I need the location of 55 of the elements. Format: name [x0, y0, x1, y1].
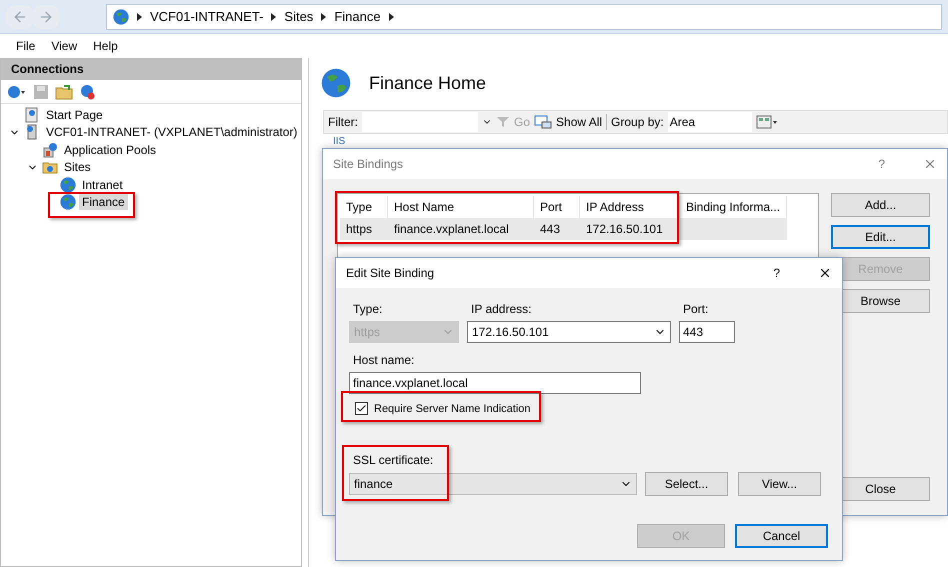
help-button[interactable]: ?	[773, 266, 780, 280]
globe-icon	[113, 8, 129, 24]
table-cell: 172.16.50.101	[580, 218, 680, 240]
help-button[interactable]: ?	[878, 157, 885, 171]
ip-address-select[interactable]: 172.16.50.101	[467, 321, 671, 343]
page-icon	[24, 106, 40, 123]
table-cell: https	[340, 218, 388, 240]
checkbox[interactable]	[355, 402, 368, 415]
caret-icon	[388, 12, 394, 20]
globe-icon	[60, 176, 76, 193]
close-icon[interactable]	[818, 266, 832, 280]
dialog-title: Site Bindings	[333, 157, 404, 171]
dialog-button[interactable]: Edit...	[831, 225, 930, 249]
address-bar[interactable]: VCF01-INTRANET- Sites Finance	[106, 4, 942, 30]
ip-address-label: IP address:	[470, 302, 532, 316]
menu-item[interactable]: View	[51, 39, 78, 53]
dialog-button[interactable]: Add...	[831, 193, 930, 217]
disconnect-icon[interactable]	[79, 84, 97, 100]
checkbox-label: Require Server Name Indication	[374, 402, 531, 414]
cancel-button[interactable]: Cancel	[735, 524, 828, 548]
view-button[interactable]: View...	[738, 472, 821, 496]
caret-icon	[321, 12, 326, 20]
tree-item[interactable]: Finance	[79, 194, 128, 210]
section-heading: IIS	[333, 136, 346, 147]
breadcrumb-item[interactable]: Finance	[334, 9, 381, 24]
menu-item[interactable]: Help	[93, 39, 118, 53]
tree-item[interactable]: Sites	[61, 159, 94, 176]
breadcrumb-item[interactable]: VCF01-INTRANET-	[150, 9, 264, 24]
port-label: Port:	[682, 302, 710, 316]
menu-item[interactable]: File	[16, 39, 36, 53]
caret-icon	[137, 12, 142, 20]
connect-icon[interactable]	[7, 84, 27, 100]
forward-arrow-icon	[38, 8, 54, 24]
table-cell: finance.vxplanet.local	[388, 218, 534, 240]
globe-icon	[321, 68, 351, 98]
tree-item[interactable]: Intranet	[79, 176, 126, 193]
application-pool-icon	[42, 142, 58, 158]
panel-header: Connections	[1, 58, 301, 80]
port-field[interactable]: 443	[679, 321, 735, 343]
globe-icon	[60, 194, 76, 210]
caret-icon	[271, 12, 276, 20]
ssl-certificate-select[interactable]: finance	[349, 473, 637, 495]
ssl-certificate-label: SSL certificate:	[352, 453, 434, 467]
page-title: Finance Home	[369, 72, 486, 94]
table-cell: 443	[534, 218, 580, 240]
breadcrumb-item[interactable]: Sites	[284, 9, 314, 24]
select-button[interactable]: Select...	[645, 472, 728, 496]
type-label: Type:	[352, 302, 384, 316]
host-name-label: Host name:	[352, 353, 416, 367]
tree-item[interactable]: Application Pools	[61, 142, 160, 158]
dialog-title: Edit Site Binding	[346, 266, 436, 280]
host-name-field[interactable]: finance.vxplanet.local	[349, 372, 641, 394]
folder-icon[interactable]	[55, 84, 73, 100]
tree-item[interactable]: Start Page	[43, 106, 106, 123]
tree-item[interactable]: VCF01-INTRANET- (VXPLANET\administrator)	[43, 124, 300, 140]
